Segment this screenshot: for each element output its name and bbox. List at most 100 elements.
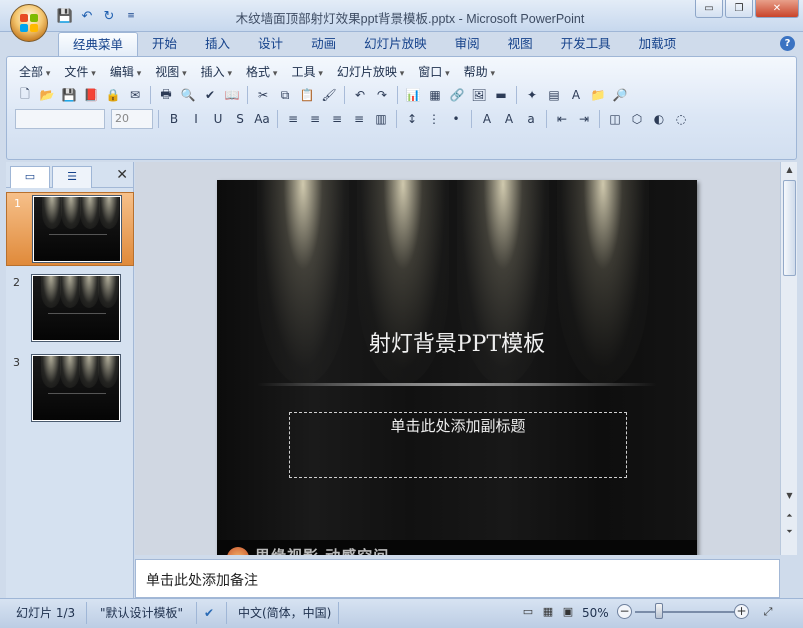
numbering-icon[interactable]: ⋮ <box>424 109 444 129</box>
slideshow-view-icon[interactable]: ▣ <box>558 603 578 621</box>
ribbon-tab[interactable]: 开始 <box>138 32 191 56</box>
layout-icon[interactable]: ▤ <box>544 85 564 105</box>
normal-view-icon[interactable]: ▭ <box>518 603 538 621</box>
open-folder-icon[interactable]: 📂 <box>37 85 57 105</box>
qat-customize-icon[interactable]: ≡ <box>122 7 140 25</box>
scroll-up-icon[interactable]: ▲ <box>781 162 798 178</box>
print-icon[interactable]: 🖶 <box>156 85 176 105</box>
zoom-in-icon[interactable]: + <box>734 604 749 619</box>
bullets-icon[interactable]: • <box>446 109 466 129</box>
classic-menu-item[interactable]: 窗口 <box>414 63 459 81</box>
shapes-icon[interactable]: ◫ <box>605 109 625 129</box>
ribbon-tab[interactable]: 经典菜单 <box>58 32 139 56</box>
decrease-indent-icon[interactable]: ⇤ <box>552 109 572 129</box>
print-preview-icon[interactable]: 🔍 <box>178 85 198 105</box>
grow-font-icon[interactable]: A <box>499 109 519 129</box>
shape-outline-icon[interactable]: ◌ <box>671 109 691 129</box>
shrink-font-icon[interactable]: a <box>521 109 541 129</box>
scroll-thumb[interactable] <box>783 180 796 276</box>
qat-undo-icon[interactable]: ↶ <box>78 7 96 25</box>
redo-icon[interactable]: ↷ <box>372 85 392 105</box>
font-size-combobox[interactable]: 20 <box>111 109 153 129</box>
copy-icon[interactable]: ⧉ <box>275 85 295 105</box>
justify-icon[interactable]: ≡ <box>349 109 369 129</box>
classic-menu-item[interactable]: 幻灯片放映 <box>333 63 414 81</box>
new-doc-icon[interactable]: 🗋 <box>15 85 35 105</box>
zoom-slider-thumb[interactable] <box>655 603 663 619</box>
picture-icon[interactable]: 🖼 <box>469 85 489 105</box>
slide-title[interactable]: 射灯背景PPT模板 <box>217 326 697 358</box>
classic-menu-item[interactable]: 格式 <box>242 63 287 81</box>
shadow-icon[interactable]: S <box>230 109 250 129</box>
save-icon[interactable]: 💾 <box>59 85 79 105</box>
close-button[interactable]: ✕ <box>755 0 799 18</box>
classic-menu-item[interactable]: 编辑 <box>106 63 151 81</box>
classic-menu-item[interactable]: 插入 <box>197 63 242 81</box>
notes-pane[interactable]: 单击此处添加备注 <box>135 559 780 598</box>
columns-icon[interactable]: ▥ <box>371 109 391 129</box>
help-icon[interactable]: ? <box>780 36 795 51</box>
align-right-icon[interactable]: ≡ <box>327 109 347 129</box>
paste-icon[interactable]: 📋 <box>297 85 317 105</box>
ribbon-tab[interactable]: 审阅 <box>441 32 494 56</box>
next-slide-icon[interactable]: ⏷ <box>781 524 798 540</box>
spell-check-icon[interactable]: ✔ <box>204 603 214 623</box>
qat-redo-icon[interactable]: ↻ <box>100 7 118 25</box>
office-button[interactable] <box>10 4 48 42</box>
slide-thumbnail[interactable] <box>32 195 122 263</box>
italic-icon[interactable]: I <box>186 109 206 129</box>
language[interactable]: 中文(简体，中国) <box>238 603 331 623</box>
ribbon-tab[interactable]: 视图 <box>494 32 547 56</box>
slide-thumbnail[interactable] <box>31 354 121 422</box>
slide-thumbnail-row[interactable]: 2 <box>6 272 134 346</box>
zoom-level[interactable]: 50% <box>582 603 609 623</box>
spelling-icon[interactable]: ✔ <box>200 85 220 105</box>
chart-icon[interactable]: 📊 <box>403 85 423 105</box>
theme-name[interactable]: "默认设计模板" <box>100 603 183 623</box>
font-name-combobox[interactable] <box>15 109 105 129</box>
underline-icon[interactable]: U <box>208 109 228 129</box>
email-icon[interactable]: ✉ <box>125 85 145 105</box>
find-icon[interactable]: 🔎 <box>610 85 630 105</box>
increase-indent-icon[interactable]: ⇥ <box>574 109 594 129</box>
ribbon-tab[interactable]: 插入 <box>191 32 244 56</box>
zoom-out-icon[interactable]: − <box>617 604 632 619</box>
restore-button[interactable]: ❐ <box>725 0 753 18</box>
ribbon-tab[interactable]: 设计 <box>244 32 297 56</box>
slide-thumbnail-row[interactable]: 1 <box>6 192 134 266</box>
panel-close-icon[interactable]: ✕ <box>116 167 128 183</box>
slide-editing-area[interactable]: 射灯背景PPT模板 单击此处添加副标题 思缘视影 动感空间 <box>135 162 780 555</box>
slide-thumbnail-row[interactable]: 3 <box>6 352 134 426</box>
new-slide-icon[interactable]: ✦ <box>522 85 542 105</box>
cut-icon[interactable]: ✂ <box>253 85 273 105</box>
subtitle-placeholder[interactable]: 单击此处添加副标题 <box>289 412 627 478</box>
undo-icon[interactable]: ↶ <box>350 85 370 105</box>
slide-sorter-view-icon[interactable]: ▦ <box>538 603 558 621</box>
outline-tab[interactable]: ☰ <box>52 166 92 188</box>
line-spacing-icon[interactable]: ↕ <box>402 109 422 129</box>
scroll-down-icon[interactable]: ▼ <box>781 488 798 504</box>
textbox-icon[interactable]: A <box>566 85 586 105</box>
align-center-icon[interactable]: ≡ <box>305 109 325 129</box>
font-color-icon[interactable]: A <box>477 109 497 129</box>
ribbon-tab[interactable]: 开发工具 <box>547 32 625 56</box>
slide-thumbnail[interactable] <box>31 274 121 342</box>
table-icon[interactable]: ▦ <box>425 85 445 105</box>
format-painter-icon[interactable]: 🖌 <box>319 85 339 105</box>
shape-fill-icon[interactable]: ◐ <box>649 109 669 129</box>
previous-slide-icon[interactable]: ⏶ <box>781 508 798 524</box>
qat-save-icon[interactable]: 💾 <box>56 7 74 25</box>
ribbon-tab[interactable]: 幻灯片放映 <box>350 32 441 56</box>
hyperlink-icon[interactable]: 🔗 <box>447 85 467 105</box>
slides-tab[interactable]: ▭ <box>10 166 50 188</box>
align-left-icon[interactable]: ≡ <box>283 109 303 129</box>
change-case-icon[interactable]: Aa <box>252 109 272 129</box>
open-panel-icon[interactable]: 📁 <box>588 85 608 105</box>
minimize-button[interactable]: ▭ <box>695 0 723 18</box>
vertical-scrollbar[interactable]: ▲ ▼ ⏶ ⏷ <box>780 162 797 555</box>
zoom-slider-track[interactable] <box>635 611 735 613</box>
research-icon[interactable]: 📖 <box>222 85 242 105</box>
permission-icon[interactable]: 🔒 <box>103 85 123 105</box>
arrange-icon[interactable]: ⬡ <box>627 109 647 129</box>
color-icon[interactable]: ▬ <box>491 85 511 105</box>
